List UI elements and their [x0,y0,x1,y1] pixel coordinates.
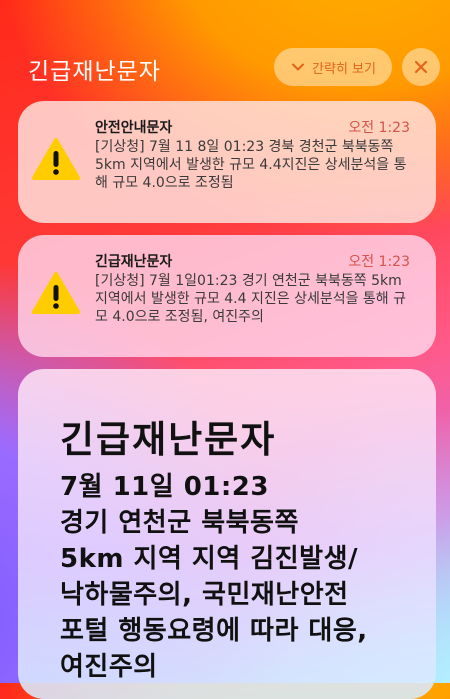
expanded-alert-title: 긴급재난문자 [60,418,277,461]
notification-time: 오전 1:23 [348,254,410,270]
expanded-alert-card[interactable]: 긴급재난문자 7월 11일 01:23 경기 연천군 북북동쪽 5km 지역 지… [18,369,436,699]
close-icon [414,60,428,74]
close-button[interactable] [402,48,440,86]
notification-sender: 긴급재난문자 [95,254,173,270]
notification-header: 긴급재난문자 간략히 보기 [0,0,450,100]
warning-icon [32,272,80,314]
chevron-down-icon [292,63,305,71]
notification-card[interactable]: 안전안내문자 오전 1:23 [기상청] 7월 11 8일 01:23 경북 경… [18,101,436,223]
warning-icon [32,138,80,180]
notification-sender: 안전안내문자 [95,120,173,136]
notification-time: 오전 1:23 [348,120,410,136]
collapse-button[interactable]: 간략히 보기 [274,48,392,86]
notification-card[interactable]: 긴급재난문자 오전 1:23 [기상청] 7월 1일01:23 경기 연천군 북… [18,235,436,357]
notification-body: [기상청] 7월 11 8일 01:23 경북 경천군 북북동쪽 5km 지역에… [95,139,407,191]
notification-body: [기상청] 7월 1일01:23 경기 연천군 북북동쪽 5km 지역에서 발생… [95,273,407,325]
collapse-button-label: 간략히 보기 [312,61,376,77]
header-title: 긴급재난문자 [28,59,161,85]
expanded-alert-body: 7월 11일 01:23 경기 연천군 북북동쪽 5km 지역 지역 김진발생/… [60,472,368,682]
